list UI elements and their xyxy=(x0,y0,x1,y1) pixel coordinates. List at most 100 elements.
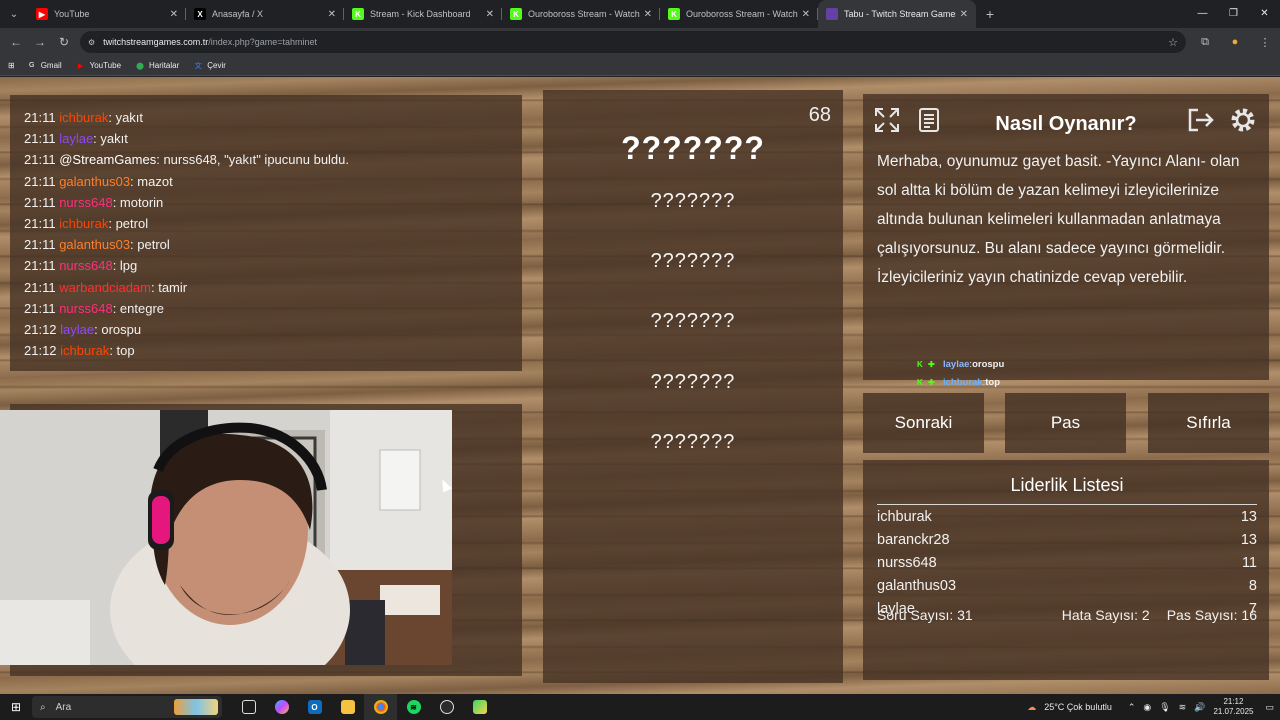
reload-icon[interactable]: ↻ xyxy=(52,35,76,49)
browser-tab[interactable]: Tabu - Twitch Stream Games ✕ xyxy=(818,0,976,28)
leaderboard-score: 8 xyxy=(1248,578,1257,594)
extensions-icon[interactable]: ⧉ xyxy=(1190,36,1220,49)
browser-tab[interactable]: ▶ YouTube ✕ xyxy=(28,0,186,28)
tab-title: Ouroboross Stream - Watch Liv xyxy=(528,9,640,19)
notifications-icon[interactable]: ▭ xyxy=(1265,702,1274,713)
chat-message: 21:11 ichburak: petrol xyxy=(24,213,508,234)
apps-icon[interactable]: ⊞ xyxy=(8,61,15,70)
window-controls: — ❐ ✕ xyxy=(1187,0,1280,28)
wifi-icon[interactable]: ≋ xyxy=(1179,702,1187,713)
pass-button[interactable]: Pas xyxy=(1005,393,1126,453)
browser-tab[interactable]: K Ouroboross Stream - Watch Liv ✕ xyxy=(502,0,660,28)
logout-icon[interactable] xyxy=(1185,104,1217,136)
chat-time: 21:11 xyxy=(24,194,56,210)
start-icon[interactable]: ⊞ xyxy=(0,700,32,714)
browser-tab[interactable]: X Anasayfa / X ✕ xyxy=(186,0,344,28)
reset-button[interactable]: Sıfırla xyxy=(1148,393,1269,453)
bookmark-item[interactable]: ⬤ Haritalar xyxy=(135,61,179,71)
tab-favicon-icon: K xyxy=(352,8,364,20)
tray-app-icon[interactable]: ◉ xyxy=(1143,702,1151,713)
tab-close-icon[interactable]: ✕ xyxy=(802,9,810,20)
menu-icon[interactable]: ⋮ xyxy=(1250,36,1280,49)
search-icon: ⌕ xyxy=(40,701,46,713)
site-info-icon[interactable]: ⚙ xyxy=(88,38,95,47)
tab-close-icon[interactable]: ✕ xyxy=(644,9,652,20)
spotify-icon[interactable]: ≋ xyxy=(397,694,430,720)
leaderboard-score: 13 xyxy=(1240,509,1257,525)
taskbar-search[interactable]: ⌕ Ara xyxy=(32,696,222,718)
restore-icon[interactable]: ❐ xyxy=(1218,0,1249,28)
question-count: Soru Sayısı: 31 xyxy=(877,607,973,623)
browser-tab[interactable]: K Ouroboross Stream - Watch Liv ✕ xyxy=(660,0,818,28)
guess-row: K ✚ laylae : orospu xyxy=(917,356,1004,374)
minimize-icon[interactable]: — xyxy=(1187,0,1218,28)
search-placeholder: Ara xyxy=(55,701,72,713)
url-host: twitchstreamgames.com.tr xyxy=(103,37,209,47)
timer: 68 xyxy=(808,104,831,126)
tab-close-icon[interactable]: ✕ xyxy=(328,9,336,20)
clock-date: 21.07.2025 xyxy=(1213,707,1254,716)
chat-time: 21:11 xyxy=(24,110,56,125)
weather-text[interactable]: 25°C Çok bulutlu xyxy=(1044,702,1112,712)
back-icon[interactable]: ← xyxy=(4,35,28,49)
tab-favicon-icon: K xyxy=(668,8,680,20)
tab-close-icon[interactable]: ✕ xyxy=(486,9,494,20)
chat-text: orospu xyxy=(101,322,142,338)
clock[interactable]: 21:12 21.07.2025 xyxy=(1213,697,1253,717)
chat-separator: : xyxy=(108,110,116,125)
outlook-icon[interactable]: O xyxy=(298,694,331,720)
chat-username: nurss648 xyxy=(59,300,113,316)
new-tab-button[interactable]: + xyxy=(976,6,1004,22)
leaderboard-name: ichburak xyxy=(877,509,932,525)
leaderboard-row: ichburak 13 xyxy=(877,509,1257,525)
chat-message: 21:11 ichburak: yakıt xyxy=(24,107,508,128)
search-highlight-image xyxy=(174,699,218,715)
forward-icon[interactable]: → xyxy=(28,35,52,49)
bookmark-item[interactable]: 文 Çevir xyxy=(193,61,226,71)
app-icon[interactable] xyxy=(463,694,496,720)
bookmark-star-icon[interactable]: ☆ xyxy=(1168,36,1178,49)
tab-favicon-icon: ▶ xyxy=(36,8,48,20)
taskbar: ⊞ ⌕ Ara O ≋ ☁ 25°C Çok bulutlu ⌃ ◉ 🎙 ≋ 🔊… xyxy=(0,694,1280,720)
clock-time: 21:12 xyxy=(1223,697,1244,706)
taboo-word: ??????? xyxy=(650,310,736,333)
taboo-word: ??????? xyxy=(650,190,736,212)
copilot-icon[interactable] xyxy=(265,694,298,720)
weather-icon: ☁ xyxy=(1027,701,1037,712)
chat-username: laylae xyxy=(60,322,95,338)
chat-separator: : xyxy=(108,216,116,232)
profile-avatar[interactable]: ● xyxy=(1220,36,1250,48)
chat-username: galanthus03 xyxy=(59,173,131,189)
bookmark-item[interactable]: G Gmail xyxy=(27,61,62,71)
tab-close-icon[interactable]: ✕ xyxy=(170,9,178,20)
file-explorer-icon[interactable] xyxy=(331,694,364,720)
next-button[interactable]: Sonraki xyxy=(863,393,984,453)
volume-icon[interactable]: 🔊 xyxy=(1194,702,1205,713)
tab-close-icon[interactable]: ✕ xyxy=(960,9,968,20)
url-path: /index.php?game=tahminet xyxy=(208,37,318,47)
leaderboard-score: 13 xyxy=(1240,532,1257,548)
bookmark-item[interactable]: ▶ YouTube xyxy=(76,61,121,71)
tab-search-button[interactable]: ⌄ xyxy=(0,0,28,28)
guess-text: orospu xyxy=(972,359,1005,370)
chrome-icon[interactable] xyxy=(364,694,397,720)
chat-text: motorin xyxy=(119,194,164,210)
chat-text: yakıt xyxy=(100,131,128,147)
microphone-icon[interactable]: 🎙 xyxy=(1159,702,1170,713)
settings-gear-icon[interactable] xyxy=(1227,104,1259,136)
task-view-icon[interactable] xyxy=(232,694,265,720)
bookmark-label: Gmail xyxy=(40,61,62,70)
obs-icon[interactable] xyxy=(430,694,463,720)
browser-tab[interactable]: K Stream - Kick Dashboard ✕ xyxy=(344,0,502,28)
close-window-icon[interactable]: ✕ xyxy=(1249,0,1280,28)
chat-username: warbandciadam xyxy=(59,279,151,295)
chat-message: 21:11 galanthus03: petrol xyxy=(24,234,508,255)
chat-username: nurss648 xyxy=(59,194,113,210)
address-bar[interactable]: ⚙ twitchstreamgames.com.tr/index.php?gam… xyxy=(80,31,1186,53)
chat-username: laylae xyxy=(59,131,94,147)
tab-title: Anasayfa / X xyxy=(212,9,264,19)
chevron-up-icon[interactable]: ⌃ xyxy=(1128,702,1136,713)
tab-title: YouTube xyxy=(54,9,90,19)
chat-text: tamir xyxy=(158,279,188,295)
leaderboard-name: baranckr28 xyxy=(877,532,950,548)
